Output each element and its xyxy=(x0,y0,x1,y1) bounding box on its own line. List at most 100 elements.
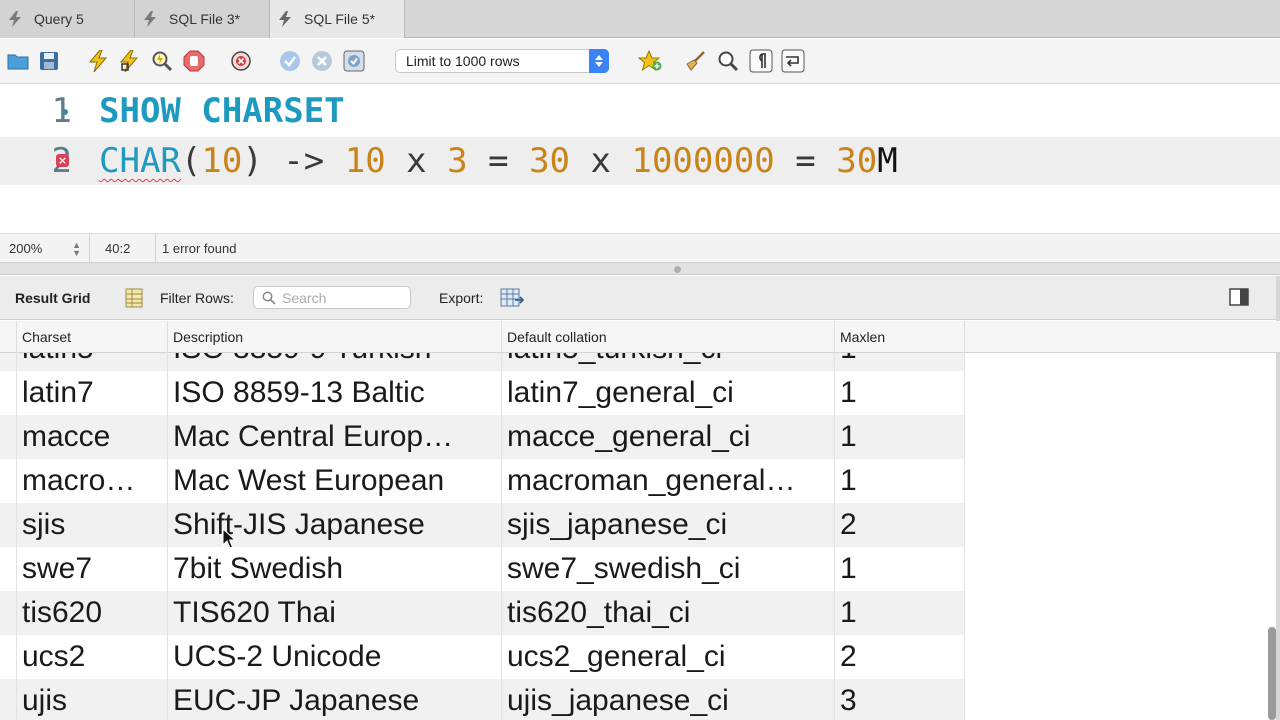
table-row[interactable]: ujis EUC-JP Japanese ujis_japanese_ci 3 xyxy=(0,679,1280,720)
result-grid-tab[interactable]: Result Grid xyxy=(15,290,90,306)
cell-charset[interactable]: sjis xyxy=(17,503,168,547)
code-token: 10 xyxy=(201,141,243,181)
invisible-chars-icon[interactable] xyxy=(749,49,773,73)
cell-maxlen[interactable]: 1 xyxy=(835,415,965,459)
table-row[interactable]: tis620 TIS620 Thai tis620_thai_ci 1 xyxy=(0,591,1280,635)
code-token: CHAR xyxy=(99,141,181,181)
workbench-window: Query 5 SQL File 3* SQL File 5* Limit to… xyxy=(0,0,1280,720)
cell-default-collation[interactable]: macce_general_ci xyxy=(502,415,835,459)
cell-charset[interactable]: tis620 xyxy=(17,591,168,635)
cell-default-collation[interactable]: ujis_japanese_ci xyxy=(502,679,835,720)
rollback-icon[interactable] xyxy=(310,49,334,73)
splitter-handle-icon[interactable] xyxy=(674,266,681,273)
cell-maxlen[interactable]: 1 xyxy=(835,547,965,591)
cell-default-collation[interactable]: ucs2_general_ci xyxy=(502,635,835,679)
execute-icon[interactable] xyxy=(86,49,110,73)
limit-rows-value: Limit to 1000 rows xyxy=(406,53,520,69)
save-icon[interactable] xyxy=(37,49,61,73)
search-input[interactable] xyxy=(282,289,402,306)
cell-maxlen[interactable]: 3 xyxy=(835,679,965,720)
vertical-scrollbar[interactable] xyxy=(1268,627,1276,720)
chevron-updown-icon xyxy=(589,49,609,73)
code-token: x xyxy=(590,141,611,181)
limit-rows-select[interactable]: Limit to 1000 rows xyxy=(395,49,609,73)
column-header-default-collation[interactable]: Default collation xyxy=(502,321,835,353)
cell-maxlen[interactable]: 1 xyxy=(835,459,965,503)
cell-maxlen[interactable]: 2 xyxy=(835,635,965,679)
cell-charset[interactable]: latin7 xyxy=(17,371,168,415)
cell-default-collation[interactable]: latin7_general_ci xyxy=(502,371,835,415)
row-header[interactable] xyxy=(0,547,17,591)
cell-charset[interactable]: macro… xyxy=(17,459,168,503)
cell-charset[interactable]: ujis xyxy=(17,679,168,720)
table-row[interactable]: swe7 7bit Swedish swe7_swedish_ci 1 xyxy=(0,547,1280,591)
toggle-error-icon[interactable] xyxy=(230,49,254,73)
row-header[interactable] xyxy=(0,415,17,459)
row-header[interactable] xyxy=(0,503,17,547)
column-header-description[interactable]: Description xyxy=(168,321,502,353)
export-icon[interactable] xyxy=(500,288,525,311)
cell-maxlen[interactable]: 2 xyxy=(835,503,965,547)
tab-sql-file-3[interactable]: SQL File 3* xyxy=(135,0,270,38)
error-marker-icon[interactable]: × xyxy=(56,154,69,167)
bookmark-icon[interactable] xyxy=(638,49,662,73)
cell-description[interactable]: Mac Central Europ… xyxy=(168,415,502,459)
filter-rows-search[interactable] xyxy=(253,286,411,309)
code-token: 30 xyxy=(529,141,571,181)
tab-query-5[interactable]: Query 5 xyxy=(0,0,135,38)
cell-charset[interactable]: ucs2 xyxy=(17,635,168,679)
mouse-pointer-icon xyxy=(222,528,236,549)
cell-maxlen[interactable]: 1 xyxy=(835,371,965,415)
execute-current-icon[interactable] xyxy=(117,49,141,73)
tab-label: SQL File 5* xyxy=(304,11,376,27)
table-row[interactable]: sjis Shift-JIS Japanese sjis_japanese_ci 2 xyxy=(0,503,1280,547)
cell-description[interactable]: ISO 8859-13 Baltic xyxy=(168,371,502,415)
row-header[interactable] xyxy=(0,591,17,635)
table-row[interactable]: macro… Mac West European macroman_general…… xyxy=(0,459,1280,503)
cell-filler xyxy=(965,371,1280,415)
cell-default-collation[interactable]: sjis_japanese_ci xyxy=(502,503,835,547)
cell-description[interactable]: UCS-2 Unicode xyxy=(168,635,502,679)
table-row[interactable]: ucs2 UCS-2 Unicode ucs2_general_ci 2 xyxy=(0,635,1280,679)
cell-description[interactable]: TIS620 Thai xyxy=(168,591,502,635)
table-row[interactable]: macce Mac Central Europ… macce_general_ci 1 xyxy=(0,415,1280,459)
beautify-icon[interactable] xyxy=(684,49,708,73)
open-folder-icon[interactable] xyxy=(6,49,30,73)
toggle-panel-icon[interactable] xyxy=(1229,288,1249,309)
cell-filler xyxy=(965,415,1280,459)
column-header-charset[interactable]: Charset xyxy=(17,321,168,353)
cell-description[interactable]: 7bit Swedish xyxy=(168,547,502,591)
row-header[interactable] xyxy=(0,371,17,415)
row-header[interactable] xyxy=(0,459,17,503)
tab-sql-file-5[interactable]: SQL File 5* xyxy=(270,0,405,38)
row-header[interactable] xyxy=(0,635,17,679)
tab-label: Query 5 xyxy=(34,11,84,27)
column-header-maxlen[interactable]: Maxlen xyxy=(835,321,965,353)
cell-maxlen[interactable]: 1 xyxy=(835,591,965,635)
editor-status-bar: 200% ▲ ▼ 40:2 1 error found xyxy=(0,233,1280,263)
autocommit-icon[interactable] xyxy=(342,49,366,73)
table-row[interactable]: latin7 ISO 8859-13 Baltic latin7_general_c… xyxy=(0,371,1280,415)
cell-description[interactable]: Shift-JIS Japanese xyxy=(168,503,502,547)
panel-splitter[interactable] xyxy=(0,263,1280,275)
code-token: -> xyxy=(283,141,325,181)
commit-icon[interactable] xyxy=(278,49,302,73)
stop-icon[interactable] xyxy=(182,49,206,73)
zoom-select[interactable]: 200% ▲ ▼ xyxy=(0,234,90,263)
cell-default-collation[interactable]: macroman_general… xyxy=(502,459,835,503)
cell-description[interactable]: EUC-JP Japanese xyxy=(168,679,502,720)
explain-icon[interactable] xyxy=(150,49,174,73)
cell-filler xyxy=(965,547,1280,591)
cell-default-collation[interactable]: tis620_thai_ci xyxy=(502,591,835,635)
wrap-icon[interactable] xyxy=(781,49,805,73)
cell-charset[interactable]: macce xyxy=(17,415,168,459)
find-icon[interactable] xyxy=(716,49,740,73)
sql-editor-toolbar: Limit to 1000 rows xyxy=(0,39,1280,84)
cell-description[interactable]: Mac West European xyxy=(168,459,502,503)
cell-charset[interactable]: swe7 xyxy=(17,547,168,591)
row-header[interactable] xyxy=(0,679,17,720)
grid-view-icon[interactable] xyxy=(125,288,143,311)
cell-default-collation[interactable]: swe7_swedish_ci xyxy=(502,547,835,591)
result-grid[interactable]: latin5ISO 8859-9 Turkishlatin5_turkish_c… xyxy=(0,321,1280,720)
sql-editor[interactable]: 1 SHOW CHARSET 2 × CHAR(10) -> 10 x 3 = … xyxy=(0,85,1280,233)
